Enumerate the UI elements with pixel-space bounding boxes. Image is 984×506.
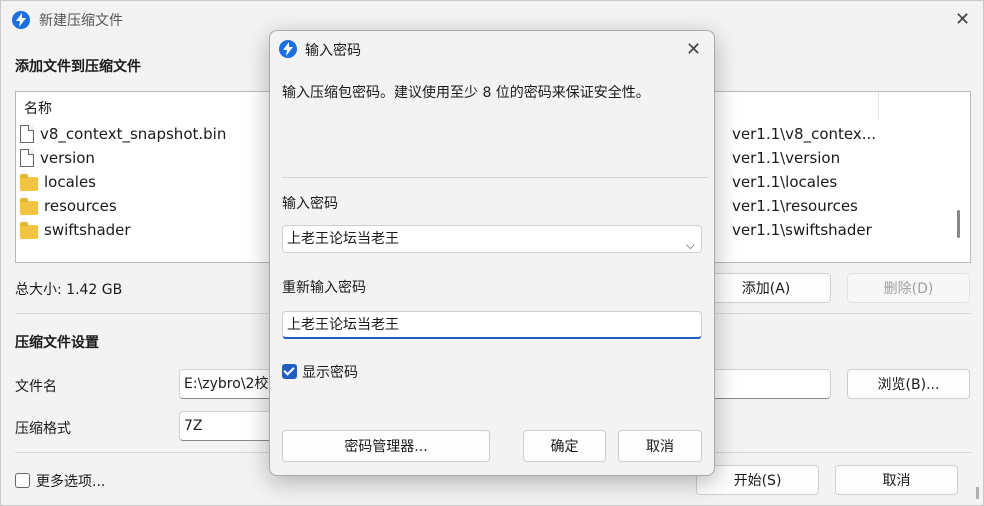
password-value: 上老王论坛当老王 [287, 231, 399, 247]
password-input[interactable]: 上老王论坛当老王 ⌵ [282, 225, 702, 253]
settings-section-title: 压缩文件设置 [15, 335, 99, 351]
format-label: 压缩格式 [15, 421, 71, 437]
divider [282, 177, 708, 178]
browse-button[interactable]: 浏览(B)... [847, 369, 970, 399]
reenter-password-input[interactable]: 上老王论坛当老王 [282, 311, 702, 339]
filename-label: 文件名 [15, 379, 57, 395]
list-item[interactable]: swiftshader [20, 218, 131, 242]
password-label: 输入密码 [282, 196, 338, 212]
more-options-checkbox[interactable] [15, 473, 30, 488]
file-path: ver1.1\swiftshader [732, 221, 872, 239]
reenter-password-value: 上老王论坛当老王 [287, 317, 399, 333]
add-files-section-title: 添加文件到压缩文件 [15, 59, 141, 75]
password-manager-button[interactable]: 密码管理器... [282, 430, 490, 462]
dialog-description: 输入压缩包密码。建议使用至少 8 位的密码来保证安全性。 [282, 85, 650, 101]
file-path: ver1.1\v8_contex... [732, 125, 877, 143]
more-options-label[interactable]: 更多选项... [36, 471, 105, 491]
dialog-cancel-button[interactable]: 取消 [618, 430, 702, 462]
file-name: version [40, 149, 95, 167]
list-item[interactable]: v8_context_snapshot.bin [20, 122, 226, 146]
folder-icon [20, 173, 38, 191]
folder-icon [20, 221, 38, 239]
column-divider[interactable] [878, 92, 879, 120]
list-item[interactable]: version [20, 146, 95, 170]
list-item[interactable]: resources [20, 194, 117, 218]
file-name: locales [44, 173, 96, 191]
add-button[interactable]: 添加(A) [701, 273, 831, 303]
file-path: ver1.1\resources [732, 197, 858, 215]
show-password-label[interactable]: 显示密码 [302, 362, 358, 382]
file-name: resources [44, 197, 117, 215]
resize-grip[interactable] [976, 487, 979, 499]
app-logo-icon [279, 40, 297, 58]
delete-button[interactable]: 删除(D) [847, 273, 970, 303]
chevron-down-icon[interactable]: ⌵ [686, 232, 695, 258]
reenter-password-label: 重新输入密码 [282, 280, 366, 296]
file-path: ver1.1\version [732, 149, 841, 167]
window-title: 新建压缩文件 [39, 13, 123, 29]
dialog-close-icon[interactable]: ✕ [686, 41, 701, 59]
window-close-icon[interactable]: ✕ [955, 11, 970, 29]
file-name: swiftshader [44, 221, 131, 239]
list-scrollbar[interactable] [957, 210, 960, 238]
password-dialog: 输入密码 ✕ 输入压缩包密码。建议使用至少 8 位的密码来保证安全性。 输入密码… [269, 30, 715, 476]
show-password-checkbox[interactable] [282, 364, 297, 379]
file-icon [20, 125, 34, 143]
file-path: ver1.1\locales [732, 173, 838, 191]
column-header-name[interactable]: 名称 [24, 98, 52, 118]
app-logo-icon [12, 11, 30, 29]
ok-button[interactable]: 确定 [523, 430, 606, 462]
total-size: 总大小: 1.42 GB [15, 282, 123, 298]
cancel-button[interactable]: 取消 [835, 465, 958, 495]
file-name: v8_context_snapshot.bin [40, 125, 227, 143]
file-icon [20, 149, 34, 167]
list-item[interactable]: locales [20, 170, 96, 194]
dialog-title: 输入密码 [305, 43, 361, 59]
folder-icon [20, 197, 38, 215]
